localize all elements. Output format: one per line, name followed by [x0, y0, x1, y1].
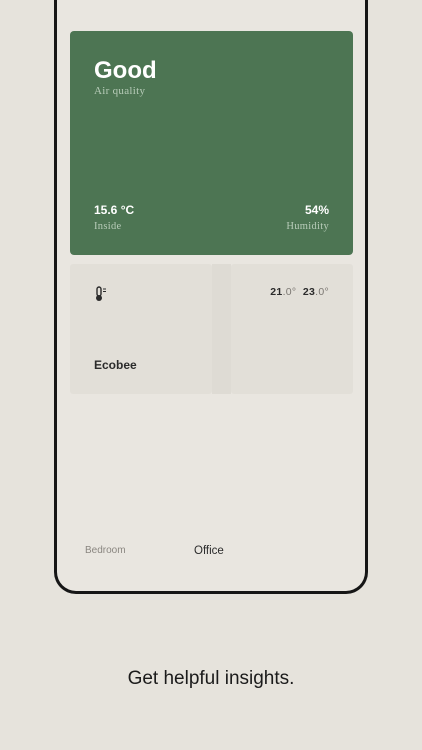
air-quality-label: Air quality	[94, 85, 146, 97]
high-temp-whole: 23	[302, 286, 316, 298]
temperature-range-tile[interactable]: 21.0° 23.0°	[231, 264, 353, 394]
inside-label: Inside	[94, 221, 122, 232]
marketing-caption: Get helpful insights.	[127, 668, 295, 689]
tab-bedroom[interactable]: Bedroom	[85, 545, 126, 556]
low-temp-whole: 21	[270, 286, 283, 298]
ecobee-device-tile[interactable]: Ecobee	[70, 264, 212, 394]
inside-temperature-value: 15.6 °C	[94, 203, 135, 217]
air-quality-status: Good	[94, 57, 157, 84]
tile-divider	[212, 264, 231, 394]
temperature-range: 21.0° 23.0°	[270, 286, 329, 298]
thermometer-icon	[96, 286, 106, 301]
humidity-label: Humidity	[286, 221, 329, 232]
high-temp-fraction: .0°	[315, 286, 329, 298]
low-temp-fraction: .0°	[282, 286, 297, 298]
tab-office[interactable]: Office	[194, 545, 224, 557]
humidity-value: 54%	[304, 203, 329, 217]
ecobee-device-name: Ecobee	[94, 358, 137, 372]
air-quality-card[interactable]: Good Air quality 15.6 °C Inside 54% Humi…	[70, 31, 353, 255]
